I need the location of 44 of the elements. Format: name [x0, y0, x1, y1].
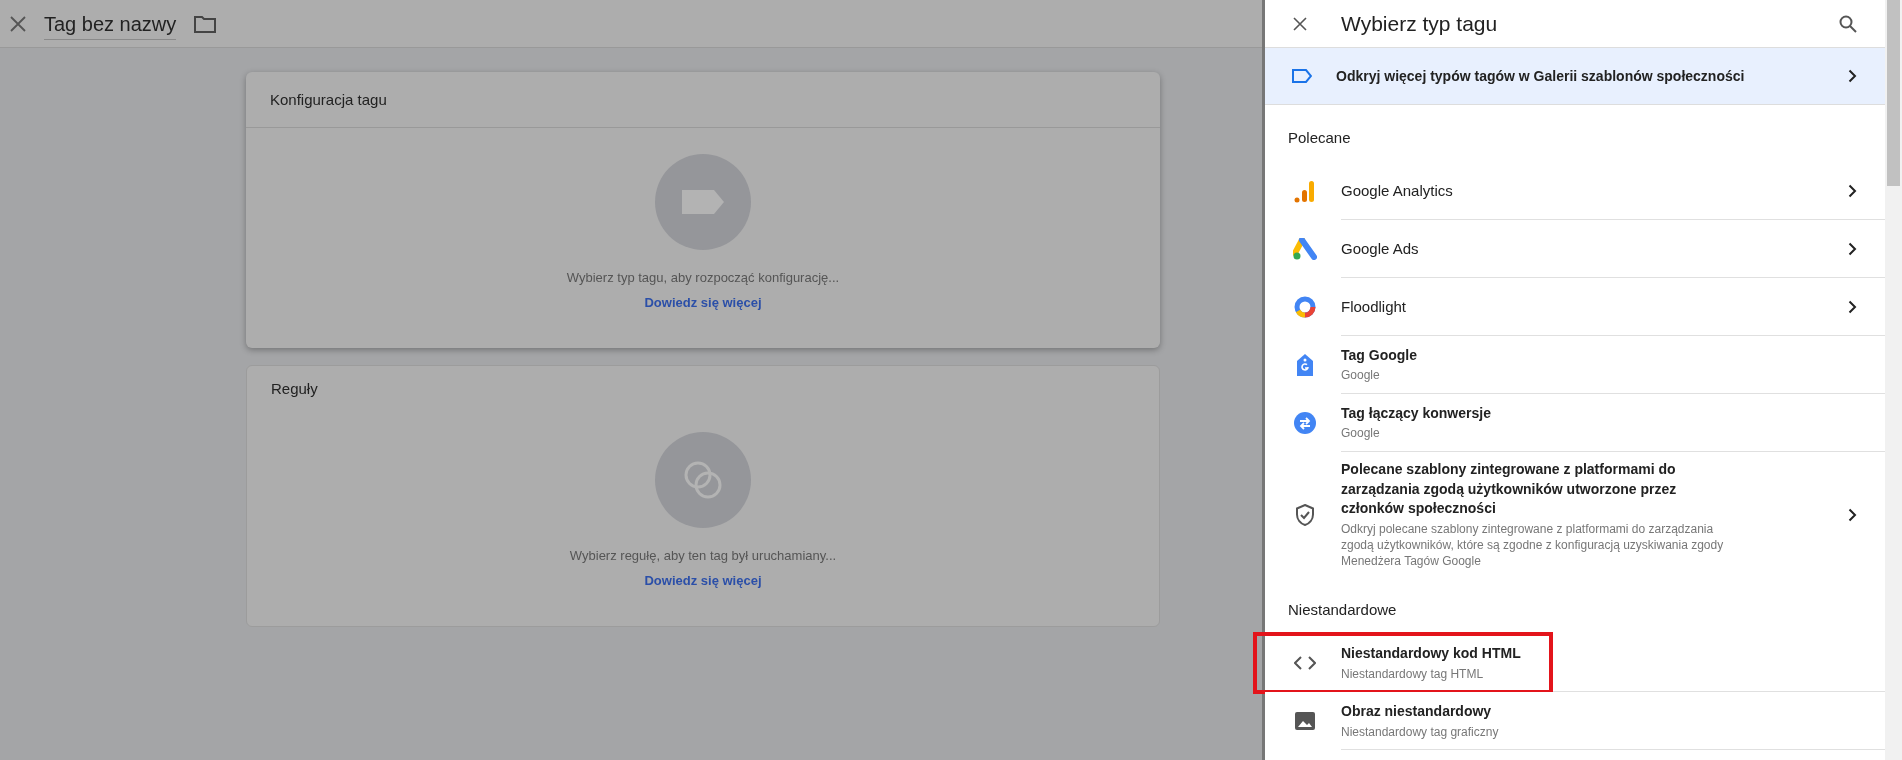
item-title: Google Analytics	[1341, 181, 1453, 201]
code-icon	[1294, 656, 1316, 671]
tag-type-item[interactable]: Obraz niestandardowy Niestandardowy tag graficzny	[1265, 692, 1885, 751]
panel-title: Wybierz typ tagu	[1341, 11, 1499, 36]
item-subtitle: Google	[1341, 425, 1381, 442]
item-title: Tag łączący konwersje	[1341, 403, 1491, 423]
overlapping-circles-icon	[683, 460, 723, 500]
hint-text: Wybierz typ tagu, aby rozpocząć konfigurację...	[566, 270, 840, 285]
hint-text: Wybierz regułę, aby ten tag był uruchamiany...	[569, 548, 837, 563]
item-title: Obraz niestandardowy	[1341, 701, 1493, 721]
chevron-right-icon	[1848, 69, 1857, 83]
folder-button[interactable]	[194, 14, 217, 33]
item-subtitle: Odkryj polecane szablony zintegrowane z platformami do zarządzania zgodą użytkowników, które są zgodne z konfiguracją uzyskiwania zgody Menedżera Tagów Google	[1341, 520, 1725, 570]
section-heading: Niestandardowe	[1287, 600, 1398, 621]
item-subtitle: Niestandardowy tag graficzny	[1341, 723, 1499, 740]
search-icon	[1839, 14, 1857, 33]
close-button[interactable]	[1293, 16, 1307, 31]
item-title: Floodlight	[1341, 297, 1407, 317]
close-icon	[10, 15, 26, 32]
swap-arrows-icon	[1294, 412, 1316, 434]
close-button[interactable]	[10, 15, 26, 32]
image-icon	[1295, 712, 1315, 731]
item-title: Polecane szablony zintegrowane z platformami do zarządzania zgodą użytkowników utworzone przez członków społeczności	[1341, 460, 1678, 519]
tag-icon	[1296, 353, 1314, 377]
search-button[interactable]	[1839, 14, 1857, 33]
close-icon	[1293, 16, 1307, 31]
item-title: Tag Google	[1341, 345, 1417, 365]
bar-chart-icon	[1294, 179, 1316, 203]
folder-icon	[194, 14, 217, 33]
scrollbar[interactable]	[1885, 0, 1902, 760]
card-title: Reguły	[270, 378, 319, 399]
card-title: Konfiguracja tagu	[246, 72, 1160, 128]
tag-outline-icon	[1292, 69, 1312, 83]
ring-icon	[1293, 295, 1317, 319]
item-subtitle: Google	[1341, 367, 1381, 384]
tag-name-field[interactable]: Tag bez nazwy	[44, 13, 177, 40]
tag-icon	[682, 190, 724, 214]
community-gallery-banner[interactable]: Odkryj więcej typów tagów w Galerii szablonów społeczności	[1265, 48, 1885, 105]
item-title: Google Ads	[1341, 239, 1419, 259]
section-heading: Polecane	[1287, 128, 1352, 148]
ads-logo-icon	[1293, 238, 1317, 260]
item-title: Niestandardowy kod HTML	[1341, 643, 1521, 663]
shield-check-icon	[1295, 503, 1315, 526]
item-subtitle: Niestandardowy tag HTML	[1341, 665, 1485, 682]
